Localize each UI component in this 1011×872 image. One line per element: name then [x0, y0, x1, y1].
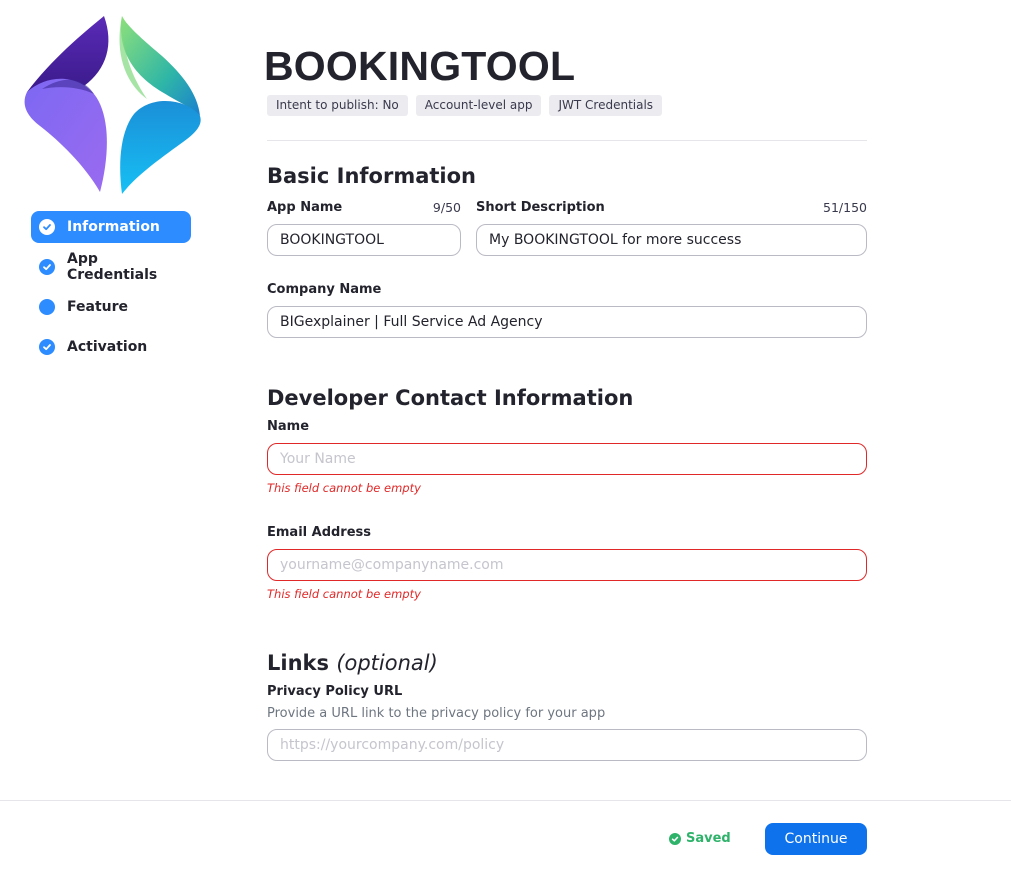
- check-circle-icon: [39, 339, 55, 355]
- app-name-label-row: App Name 9/50: [267, 200, 461, 215]
- links-optional-suffix: (optional): [336, 651, 438, 675]
- dev-name-group: Name Your Name This field cannot be empt…: [267, 419, 867, 495]
- nav-label: App Credentials: [67, 251, 158, 283]
- tag-jwt-credentials: JWT Credentials: [549, 95, 663, 116]
- nav-label: Information: [67, 219, 160, 235]
- dev-email-error: This field cannot be empty: [267, 587, 421, 601]
- bottom-action-bar: Saved Continue: [0, 800, 1011, 872]
- dev-email-input[interactable]: yourname@companyname.com: [267, 549, 867, 581]
- section-title-developer-contact: Developer Contact Information: [267, 386, 634, 410]
- page-title: BOOKINGTOOL: [264, 43, 576, 89]
- check-circle-icon: [39, 219, 55, 235]
- nav-item-app-credentials[interactable]: App Credentials: [31, 251, 191, 283]
- app-name-input[interactable]: BOOKINGTOOL: [267, 224, 461, 256]
- short-description-group: Short Description 51/150 My BOOKINGTOOL …: [476, 200, 867, 256]
- privacy-policy-hint: Provide a URL link to the privacy policy…: [267, 706, 606, 721]
- dev-email-label: Email Address: [267, 525, 372, 540]
- company-name-group: Company Name BIGexplainer | Full Service…: [267, 282, 867, 338]
- tag-intent-to-publish: Intent to publish: No: [267, 95, 408, 116]
- short-description-input[interactable]: My BOOKINGTOOL for more success: [476, 224, 867, 256]
- nav-item-information[interactable]: Information: [31, 211, 191, 243]
- nav-label: Activation: [67, 339, 148, 355]
- short-description-label-row: Short Description 51/150: [476, 200, 867, 215]
- privacy-policy-label: Privacy Policy URL: [267, 684, 403, 699]
- basic-info-row: App Name 9/50 BOOKINGTOOL Short Descript…: [267, 200, 867, 256]
- dev-name-input[interactable]: Your Name: [267, 443, 867, 475]
- check-circle-icon: [669, 832, 681, 845]
- main-content: BOOKINGTOOL Intent to publish: No Accoun…: [264, 40, 867, 761]
- section-title-basic-info: Basic Information: [267, 164, 476, 188]
- nav-item-feature[interactable]: Feature: [31, 291, 191, 323]
- app-name-counter: 9/50: [432, 200, 461, 215]
- links-title: Links: [267, 651, 329, 675]
- saved-status: Saved: [669, 831, 731, 846]
- company-name-label: Company Name: [267, 282, 382, 297]
- continue-button[interactable]: Continue: [765, 823, 867, 855]
- saved-label: Saved: [686, 831, 731, 846]
- privacy-policy-group: Privacy Policy URL Provide a URL link to…: [267, 684, 867, 761]
- nav-item-activation[interactable]: Activation: [31, 331, 191, 363]
- app-name-label: App Name: [267, 200, 343, 215]
- company-name-input[interactable]: BIGexplainer | Full Service Ad Agency: [267, 306, 867, 338]
- sidebar-nav: Information App Credentials Feature Acti…: [31, 211, 191, 371]
- dot-icon: [39, 299, 55, 315]
- check-circle-icon: [39, 259, 55, 275]
- header-divider: [267, 140, 867, 141]
- section-title-links: Links (optional): [267, 651, 867, 675]
- app-tags: Intent to publish: No Account-level app …: [267, 95, 867, 116]
- dev-name-label: Name: [267, 419, 310, 434]
- privacy-policy-input[interactable]: https://yourcompany.com/policy: [267, 729, 867, 761]
- dev-name-error: This field cannot be empty: [267, 481, 421, 495]
- nav-label: Feature: [67, 299, 128, 315]
- app-name-group: App Name 9/50 BOOKINGTOOL: [267, 200, 461, 256]
- app-logo: [22, 14, 204, 196]
- short-description-counter: 51/150: [823, 200, 867, 215]
- tag-account-level: Account-level app: [415, 95, 542, 116]
- short-description-label: Short Description: [476, 200, 605, 215]
- dev-email-group: Email Address yourname@companyname.com T…: [267, 525, 867, 601]
- app-logo-icon: [24, 16, 201, 194]
